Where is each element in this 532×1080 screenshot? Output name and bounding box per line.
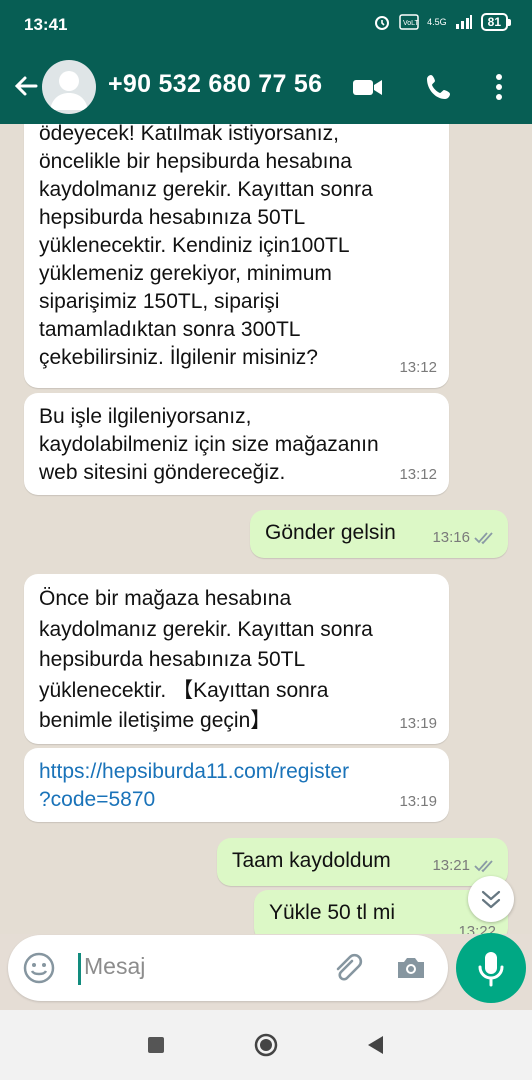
chat-header: +90 532 680 77 56 [0, 52, 532, 124]
text-cursor [78, 953, 81, 985]
message-time: 13:21 [432, 857, 470, 874]
svg-text:VoLTE: VoLTE [403, 20, 419, 27]
phone-icon[interactable] [422, 70, 456, 104]
message-composer: Mesaj [8, 935, 448, 1001]
back-arrow-icon[interactable] [10, 70, 42, 102]
more-icon[interactable] [482, 70, 516, 104]
message-time: 13:12 [399, 359, 437, 376]
message-time: 13:12 [399, 466, 437, 483]
home-button[interactable] [254, 1033, 278, 1057]
mic-button[interactable] [456, 933, 526, 1003]
double-check-icon [474, 860, 493, 873]
attach-icon[interactable] [330, 951, 364, 985]
message-incoming[interactable]: ödeyecek! Katılmak istiyorsanız, öncelik… [24, 124, 449, 388]
avatar-icon [50, 71, 88, 110]
message-text: Bu işle ilgileniyorsanız, kaydolabilmeni… [39, 405, 379, 484]
alarm-icon [375, 16, 390, 30]
message-incoming[interactable]: Önce bir mağaza hesabına kaydolmanız ger… [24, 574, 449, 744]
double-check-icon [474, 532, 493, 545]
message-outgoing[interactable]: Taam kaydoldum 13:21 [217, 838, 508, 886]
system-navigation-bar [0, 1010, 532, 1080]
camera-icon[interactable] [394, 951, 428, 985]
message-text: ödeyecek! Katılmak istiyorsanız, öncelik… [39, 124, 373, 369]
network-type: 4.5G [427, 17, 447, 27]
chat-area[interactable]: ödeyecek! Katılmak istiyorsanız, öncelik… [0, 124, 532, 934]
message-outgoing[interactable]: Gönder gelsin 13:16 [250, 510, 508, 558]
status-time: 13:41 [24, 15, 68, 34]
message-incoming[interactable]: Bu işle ilgileniyorsanız, kaydolabilmeni… [24, 393, 449, 495]
back-button[interactable] [366, 1034, 386, 1056]
emoji-icon[interactable] [22, 951, 56, 985]
recents-button[interactable] [148, 1037, 164, 1053]
volte-icon: VoLTE [399, 14, 419, 30]
message-input[interactable]: Mesaj [84, 953, 145, 980]
signal-icon [455, 15, 472, 29]
scroll-down-button[interactable] [468, 876, 514, 922]
message-text: Önce bir mağaza hesabına kaydolmanız ger… [39, 587, 373, 732]
status-bar: 13:41 VoLTE 4.5G 81 [0, 0, 532, 52]
message-time: 13:19 [399, 793, 437, 810]
contact-avatar[interactable] [42, 60, 96, 114]
status-icons: VoLTE 4.5G 81 [373, 13, 512, 31]
message-incoming-link[interactable]: https://hepsiburda11.com/register ?code=… [24, 748, 449, 822]
contact-name[interactable]: +90 532 680 77 56 [108, 70, 322, 99]
mic-icon [478, 952, 504, 987]
scroll-down-icon [481, 890, 501, 909]
message-time: 13:19 [399, 715, 437, 732]
message-link[interactable]: https://hepsiburda11.com/register ?code=… [39, 758, 435, 814]
battery-indicator: 81 [480, 13, 512, 31]
video-call-icon[interactable] [350, 70, 384, 104]
message-time: 13:16 [432, 529, 470, 546]
